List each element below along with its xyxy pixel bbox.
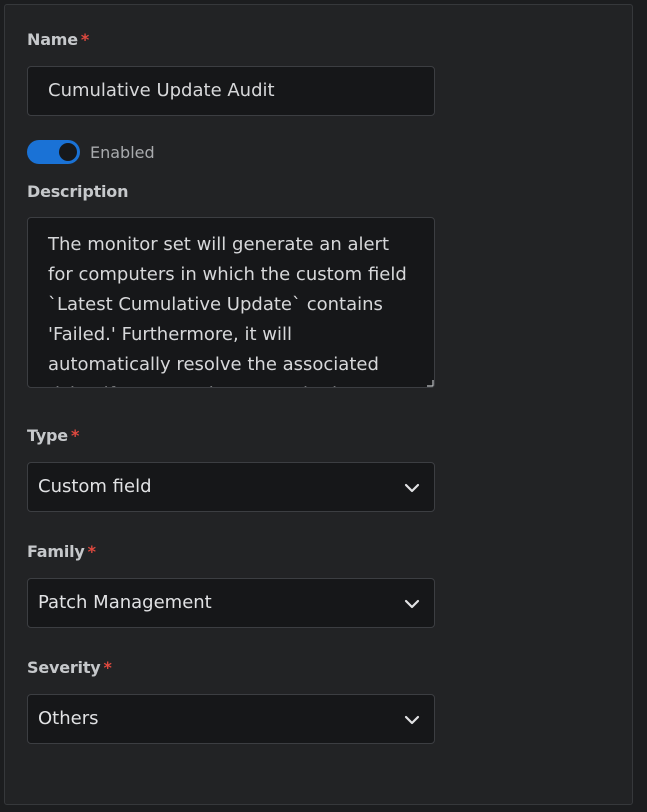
family-label-text: Family [27, 542, 85, 561]
type-selected-value: Custom field [38, 476, 152, 497]
family-selected-value: Patch Management [38, 592, 212, 613]
severity-select[interactable]: Others [27, 694, 435, 744]
severity-selected-value: Others [38, 708, 99, 729]
enabled-toggle-label: Enabled [90, 143, 155, 162]
severity-label-text: Severity [27, 658, 101, 677]
name-label-text: Name [27, 30, 78, 49]
name-input[interactable]: Cumulative Update Audit [27, 66, 435, 116]
enabled-toggle[interactable] [27, 140, 80, 164]
severity-label: Severity * [27, 658, 112, 677]
family-label: Family * [27, 542, 96, 561]
description-label: Description [27, 182, 129, 201]
chevron-down-icon [404, 715, 420, 725]
resize-handle-icon[interactable] [426, 379, 434, 387]
toggle-knob [59, 143, 77, 161]
monitor-set-form: Name * Cumulative Update Audit Enabled De… [4, 4, 633, 805]
chevron-down-icon [404, 483, 420, 493]
name-label: Name * [27, 30, 89, 49]
required-asterisk: * [103, 658, 112, 677]
required-asterisk: * [80, 30, 90, 49]
type-select[interactable]: Custom field [27, 462, 435, 512]
required-asterisk: * [70, 426, 80, 445]
family-select[interactable]: Patch Management [27, 578, 435, 628]
required-asterisk: * [87, 542, 96, 561]
chevron-down-icon [404, 599, 420, 609]
type-label-text: Type [27, 426, 68, 445]
type-label: Type * [27, 426, 79, 445]
description-textarea[interactable]: The monitor set will generate an alert f… [27, 217, 435, 388]
description-text: The monitor set will generate an alert f… [48, 234, 407, 387]
